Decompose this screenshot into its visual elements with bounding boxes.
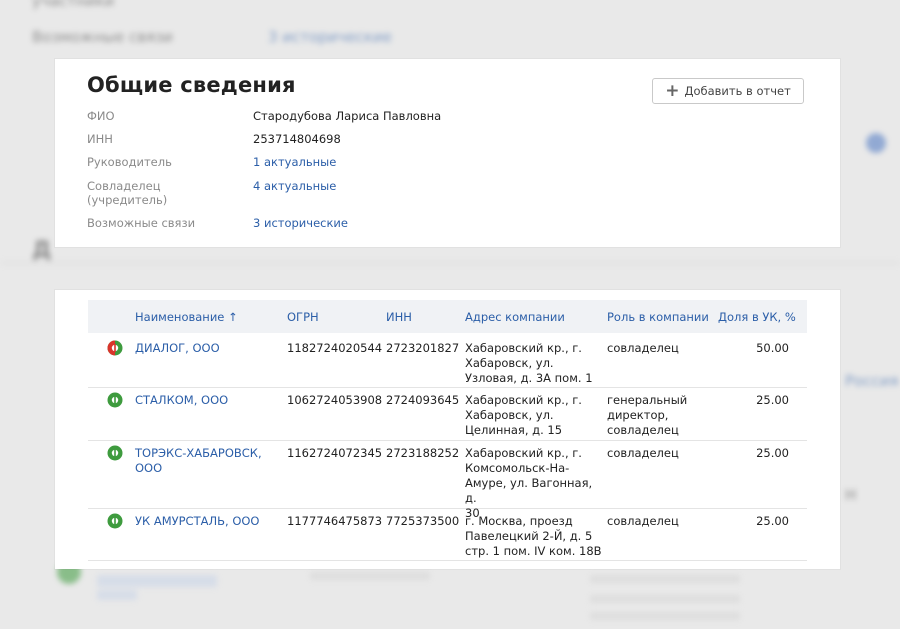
company-name-link[interactable]: ТОРЭКС-ХАБАРОВСК, ООО bbox=[135, 446, 275, 476]
address-cell: Хабаровский кр., г. Хабаровск, ул. Целинна… bbox=[465, 393, 605, 438]
bg-text: Возможные связи bbox=[32, 28, 173, 46]
director-link[interactable]: 1 актуальные bbox=[253, 155, 553, 169]
status-green-icon bbox=[107, 392, 123, 408]
inn-cell: 7725373500 bbox=[386, 514, 460, 528]
status-green-icon bbox=[107, 513, 123, 529]
bg-text: Д bbox=[32, 238, 52, 263]
role-cell: совладелец bbox=[607, 446, 712, 461]
role-cell-line: совладелец bbox=[607, 423, 679, 437]
company-name-link[interactable]: УК АМУРСТАЛЬ, ООО bbox=[135, 514, 275, 529]
table-row[interactable]: УК АМУРСТАЛЬ, ООО 1177746475873 7725373500… bbox=[88, 508, 807, 561]
bg-bar bbox=[590, 612, 740, 620]
bg-bar bbox=[590, 575, 740, 583]
address-cell-line: Амуре, ул. Вагонная, д. bbox=[465, 476, 593, 505]
bg-bar bbox=[310, 572, 430, 580]
info-label: ФИО bbox=[87, 109, 115, 123]
th-share[interactable]: Доля в УК, % bbox=[718, 310, 796, 324]
th-ogrn[interactable]: ОГРН bbox=[287, 310, 319, 324]
connections-link[interactable]: 3 исторические bbox=[253, 216, 553, 230]
address-cell-line: г. Москва, проезд bbox=[465, 514, 573, 528]
th-name[interactable]: Наименование ↑ bbox=[135, 310, 238, 324]
address-cell: г. Москва, проезд Павелецкий 2-Й, д. 5 стр… bbox=[465, 514, 605, 559]
info-label: Совладелец (учредитель) bbox=[87, 179, 168, 207]
address-cell-line: Павелецкий 2-Й, д. 5 bbox=[465, 529, 593, 543]
address-cell-line: Комсомольск-На- bbox=[465, 461, 570, 475]
info-value: 253714804698 bbox=[253, 132, 341, 146]
bg-text: Н bbox=[845, 486, 857, 504]
companies-table-card: Наименование ↑ ОГРН ИНН Адрес компании Р… bbox=[55, 290, 840, 569]
ogrn-cell: 1162724072345 bbox=[287, 446, 383, 460]
address-cell-line: Целинная, д. 15 bbox=[465, 423, 563, 437]
role-cell-line: совладелец bbox=[607, 514, 679, 528]
role-cell-line: директор, bbox=[607, 408, 669, 422]
address-cell-line: Хабаровский кр., г. bbox=[465, 393, 582, 407]
plus-icon: + bbox=[665, 80, 680, 101]
bg-text: 3 исторические bbox=[268, 28, 392, 46]
bg-bar bbox=[97, 575, 217, 587]
coowner-link[interactable]: 4 актуальные bbox=[253, 179, 553, 193]
info-label: Руководитель bbox=[87, 155, 172, 169]
address-cell-line: Хабаровский кр., г. bbox=[465, 341, 582, 355]
role-cell-line: совладелец bbox=[607, 446, 679, 460]
share-cell: 25.00 bbox=[756, 393, 789, 407]
address-cell-line: стр. 1 пом. IV ком. 18В bbox=[465, 544, 602, 558]
inn-cell: 2724093645 bbox=[386, 393, 460, 407]
address-cell: Хабаровский кр., г. Хабаровск, ул. Узловая… bbox=[465, 341, 605, 386]
th-inn[interactable]: ИНН bbox=[386, 310, 412, 324]
card-title: Общие сведения bbox=[87, 73, 296, 97]
bg-text: Россия bbox=[845, 372, 899, 390]
ogrn-cell: 1177746475873 bbox=[287, 514, 383, 528]
address-cell-line: Хабаровск, ул. bbox=[465, 408, 554, 422]
info-value: Стародубова Лариса Павловна bbox=[253, 109, 442, 123]
status-green-icon bbox=[107, 445, 123, 461]
table-row[interactable]: ДИАЛОГ, ООО 1182724020544 2723201827 Хабаро… bbox=[88, 335, 807, 388]
ogrn-cell: 1062724053908 bbox=[287, 393, 383, 407]
company-name-link[interactable]: СТАЛКОМ, ООО bbox=[135, 393, 275, 408]
bg-text: участники bbox=[32, 0, 115, 10]
address-cell-line: Хабаровский кр., г. bbox=[465, 446, 582, 460]
role-cell-line: генеральный bbox=[607, 393, 688, 407]
bg-bar bbox=[97, 590, 137, 600]
role-cell: совладелец bbox=[607, 341, 712, 356]
share-cell: 25.00 bbox=[756, 446, 789, 460]
bg-divider bbox=[0, 262, 900, 264]
info-label: Возможные связи bbox=[87, 216, 196, 230]
info-label: ИНН bbox=[87, 132, 113, 146]
th-role[interactable]: Роль в компании bbox=[607, 310, 709, 324]
share-cell: 25.00 bbox=[756, 514, 789, 528]
inn-cell: 2723201827 bbox=[386, 341, 460, 355]
inn-cell: 2723188252 bbox=[386, 446, 460, 460]
table-row[interactable]: ТОРЭКС-ХАБАРОВСК, ООО 1162724072345 272318… bbox=[88, 440, 807, 520]
role-cell: совладелец bbox=[607, 514, 712, 529]
ogrn-cell: 1182724020544 bbox=[287, 341, 383, 355]
status-red-icon bbox=[107, 340, 123, 356]
bg-bar bbox=[590, 595, 740, 603]
general-info-card: Общие сведения + Добавить в отчет ФИО Ст… bbox=[55, 59, 840, 247]
role-cell: генеральный директор, совладелец bbox=[607, 393, 712, 438]
address-cell-line: Узловая, д. 3А пом. 1 bbox=[465, 371, 593, 385]
add-to-report-label: Добавить в отчет bbox=[684, 84, 791, 98]
th-address[interactable]: Адрес компании bbox=[465, 310, 565, 324]
share-cell: 50.00 bbox=[756, 341, 789, 355]
company-name-link[interactable]: ДИАЛОГ, ООО bbox=[135, 341, 275, 356]
add-to-report-button[interactable]: + Добавить в отчет bbox=[652, 78, 804, 104]
bg-dot bbox=[866, 133, 886, 153]
table-row[interactable]: СТАЛКОМ, ООО 1062724053908 2724093645 Хабар… bbox=[88, 387, 807, 441]
table-header: Наименование ↑ ОГРН ИНН Адрес компании Р… bbox=[88, 300, 807, 333]
role-cell-line: совладелец bbox=[607, 341, 679, 355]
address-cell-line: Хабаровск, ул. bbox=[465, 356, 554, 370]
